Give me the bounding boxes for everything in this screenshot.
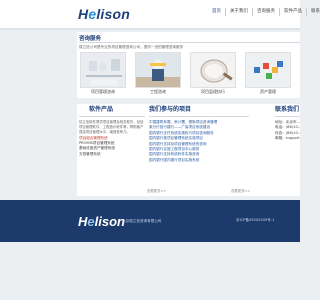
contact-divider — [275, 116, 300, 117]
projects-column: 我们参与的项目 中国建筑有限、审计署、德勤项目咨询管理 某分行投行建行——广省项… — [149, 104, 249, 163]
footer-copyright: 北京禧立信咨询有限公司 — [122, 219, 162, 223]
nav-item-contact[interactable]: 联系 — [307, 8, 320, 16]
service-card-pm[interactable]: 项目管理咨询 — [80, 52, 126, 94]
service-caption: 项目管理咨询 — [91, 89, 115, 94]
footer: Helison 北京禧立信咨询有限公司 京ICP备05002949号-1 — [0, 200, 300, 242]
products-divider — [79, 116, 145, 117]
content-section: 软件产品 禧立信软件提供项目管理及相关软件，包括项目管理软件、工程造价软件等，帮… — [77, 104, 300, 196]
service-card-supervision[interactable]: 项目监理执行 — [190, 52, 236, 94]
logo[interactable]: Helison — [78, 6, 130, 22]
service-caption: 资产管理 — [260, 89, 276, 94]
footer-icp-link[interactable]: 京ICP备05002949号-1 — [236, 218, 274, 223]
contact-email[interactable]: 邮箱：support... — [275, 136, 300, 141]
nav-item-about[interactable]: 关于我们 — [226, 8, 253, 16]
service-image-pm — [80, 52, 126, 88]
products-title: 软件产品 — [89, 106, 114, 113]
products-more-link[interactable]: 查看更多>> — [147, 188, 166, 193]
contact-column: 联系我们 地址：北京市... 电话：(86)10... 传真：(86)10...… — [275, 104, 300, 142]
projects-more-link[interactable]: 查看更多>> — [231, 188, 250, 193]
header-divider — [0, 28, 300, 30]
main-nav: 首页 关于我们 咨询服务 软件产品 联系 — [208, 8, 320, 16]
products-column: 软件产品 禧立信软件提供项目管理及相关软件，包括项目管理软件、工程造价软件等，帮… — [79, 104, 145, 157]
project-link[interactable]: 国内银行国内银行项目实施系统 — [149, 158, 249, 163]
service-image-assets — [245, 52, 291, 88]
nav-item-software[interactable]: 软件产品 — [280, 8, 307, 16]
service-image-engineering — [135, 52, 181, 88]
projects-divider — [149, 116, 249, 117]
services-title: 咨询服务 — [79, 36, 102, 42]
header: Helison 首页 关于我们 咨询服务 软件产品 联系 — [0, 0, 320, 28]
projects-title: 我们参与的项目 — [149, 106, 192, 113]
contact-title: 联系我们 — [275, 106, 300, 113]
services-desc: 禧立信公司是专业的项目管理咨询公司，提供一流的管理咨询服务 — [79, 45, 184, 49]
service-caption: 工程咨询 — [150, 89, 166, 94]
nav-item-home[interactable]: 首页 — [208, 8, 226, 16]
section-divider — [79, 42, 300, 43]
footer-logo[interactable]: Helison — [78, 214, 125, 229]
service-caption: 项目监理执行 — [201, 89, 225, 94]
services-section: 咨询服务 禧立信公司是专业的项目管理咨询公司，提供一流的管理咨询服务 项目管理咨… — [77, 32, 300, 98]
service-card-engineering[interactable]: 工程咨询 — [135, 52, 181, 94]
service-card-assets[interactable]: 资产管理 — [245, 52, 291, 94]
nav-item-consulting[interactable]: 咨询服务 — [253, 8, 280, 16]
product-link[interactable]: 文档管理系统 — [79, 152, 145, 157]
products-intro: 禧立信软件提供项目管理及相关软件，包括项目管理软件、工程造价软件等，帮助客户提高… — [79, 120, 144, 135]
service-image-supervision — [190, 52, 236, 88]
